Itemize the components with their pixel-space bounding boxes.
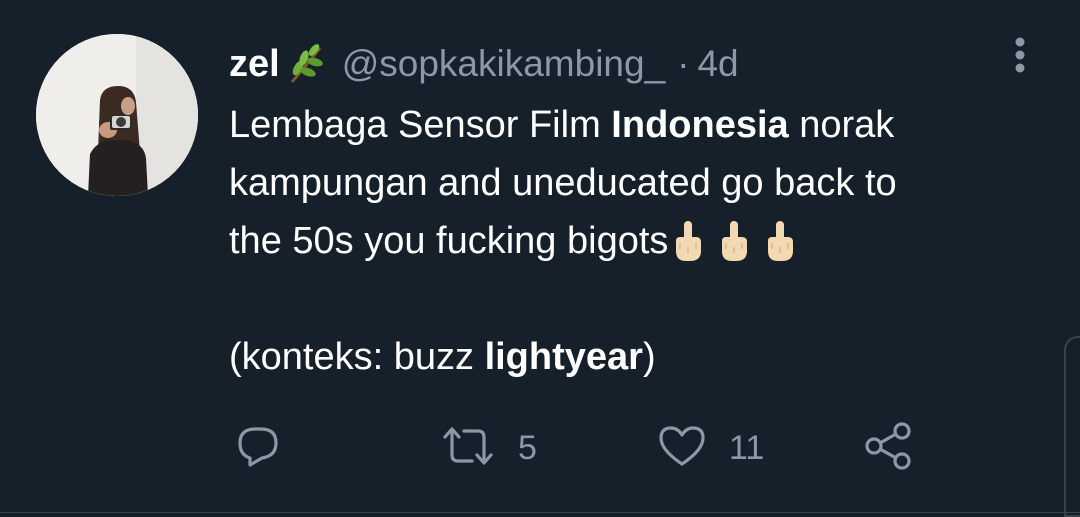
bold-word-lightyear: lightyear <box>484 336 643 378</box>
user-handle[interactable]: @sopkakikambing_ <box>342 43 665 85</box>
tweet-text-line-1: Lembaga Sensor Film Indonesia norak <box>229 104 895 146</box>
more-options-icon[interactable] <box>1008 36 1032 76</box>
like-button[interactable]: 11 <box>657 418 764 478</box>
tweet-text: Lembaga Sensor Film Indonesia norak kamp… <box>229 96 1049 386</box>
retweet-button[interactable]: 5 <box>440 418 537 478</box>
separator-dot: · <box>677 43 690 84</box>
middle-finger-emoji-icon <box>760 219 800 263</box>
reply-button[interactable] <box>235 418 281 478</box>
retweet-icon <box>440 423 496 474</box>
reply-icon <box>235 423 281 474</box>
share-icon <box>862 421 914 476</box>
divider <box>0 512 1080 513</box>
bold-word-indonesia: Indonesia <box>611 104 789 146</box>
tweet[interactable]: zel @sopkakikambing_ · 4d Lembaga Sensor… <box>0 0 1080 517</box>
heart-icon <box>657 423 707 474</box>
tweet-header: zel @sopkakikambing_ · 4d <box>229 38 739 90</box>
timestamp[interactable]: 4d <box>697 43 738 85</box>
herb-emoji-icon <box>284 42 328 86</box>
tweet-text-line-4: (konteks: buzz lightyear) <box>229 336 656 378</box>
tweet-text-line-2: kampungan and uneducated go back to <box>229 162 897 204</box>
retweet-count: 5 <box>518 428 537 467</box>
middle-finger-emoji-icon <box>668 219 708 263</box>
like-count: 11 <box>729 428 765 467</box>
display-name[interactable]: zel <box>229 43 280 86</box>
tweet-actions: 5 11 <box>0 418 1080 478</box>
tweet-text-line-3: the 50s you fucking bigots <box>229 212 1049 270</box>
avatar[interactable] <box>36 34 198 196</box>
middle-finger-emoji-icon <box>714 219 754 263</box>
scrollbar[interactable] <box>1064 336 1080 517</box>
share-button[interactable] <box>862 418 914 478</box>
